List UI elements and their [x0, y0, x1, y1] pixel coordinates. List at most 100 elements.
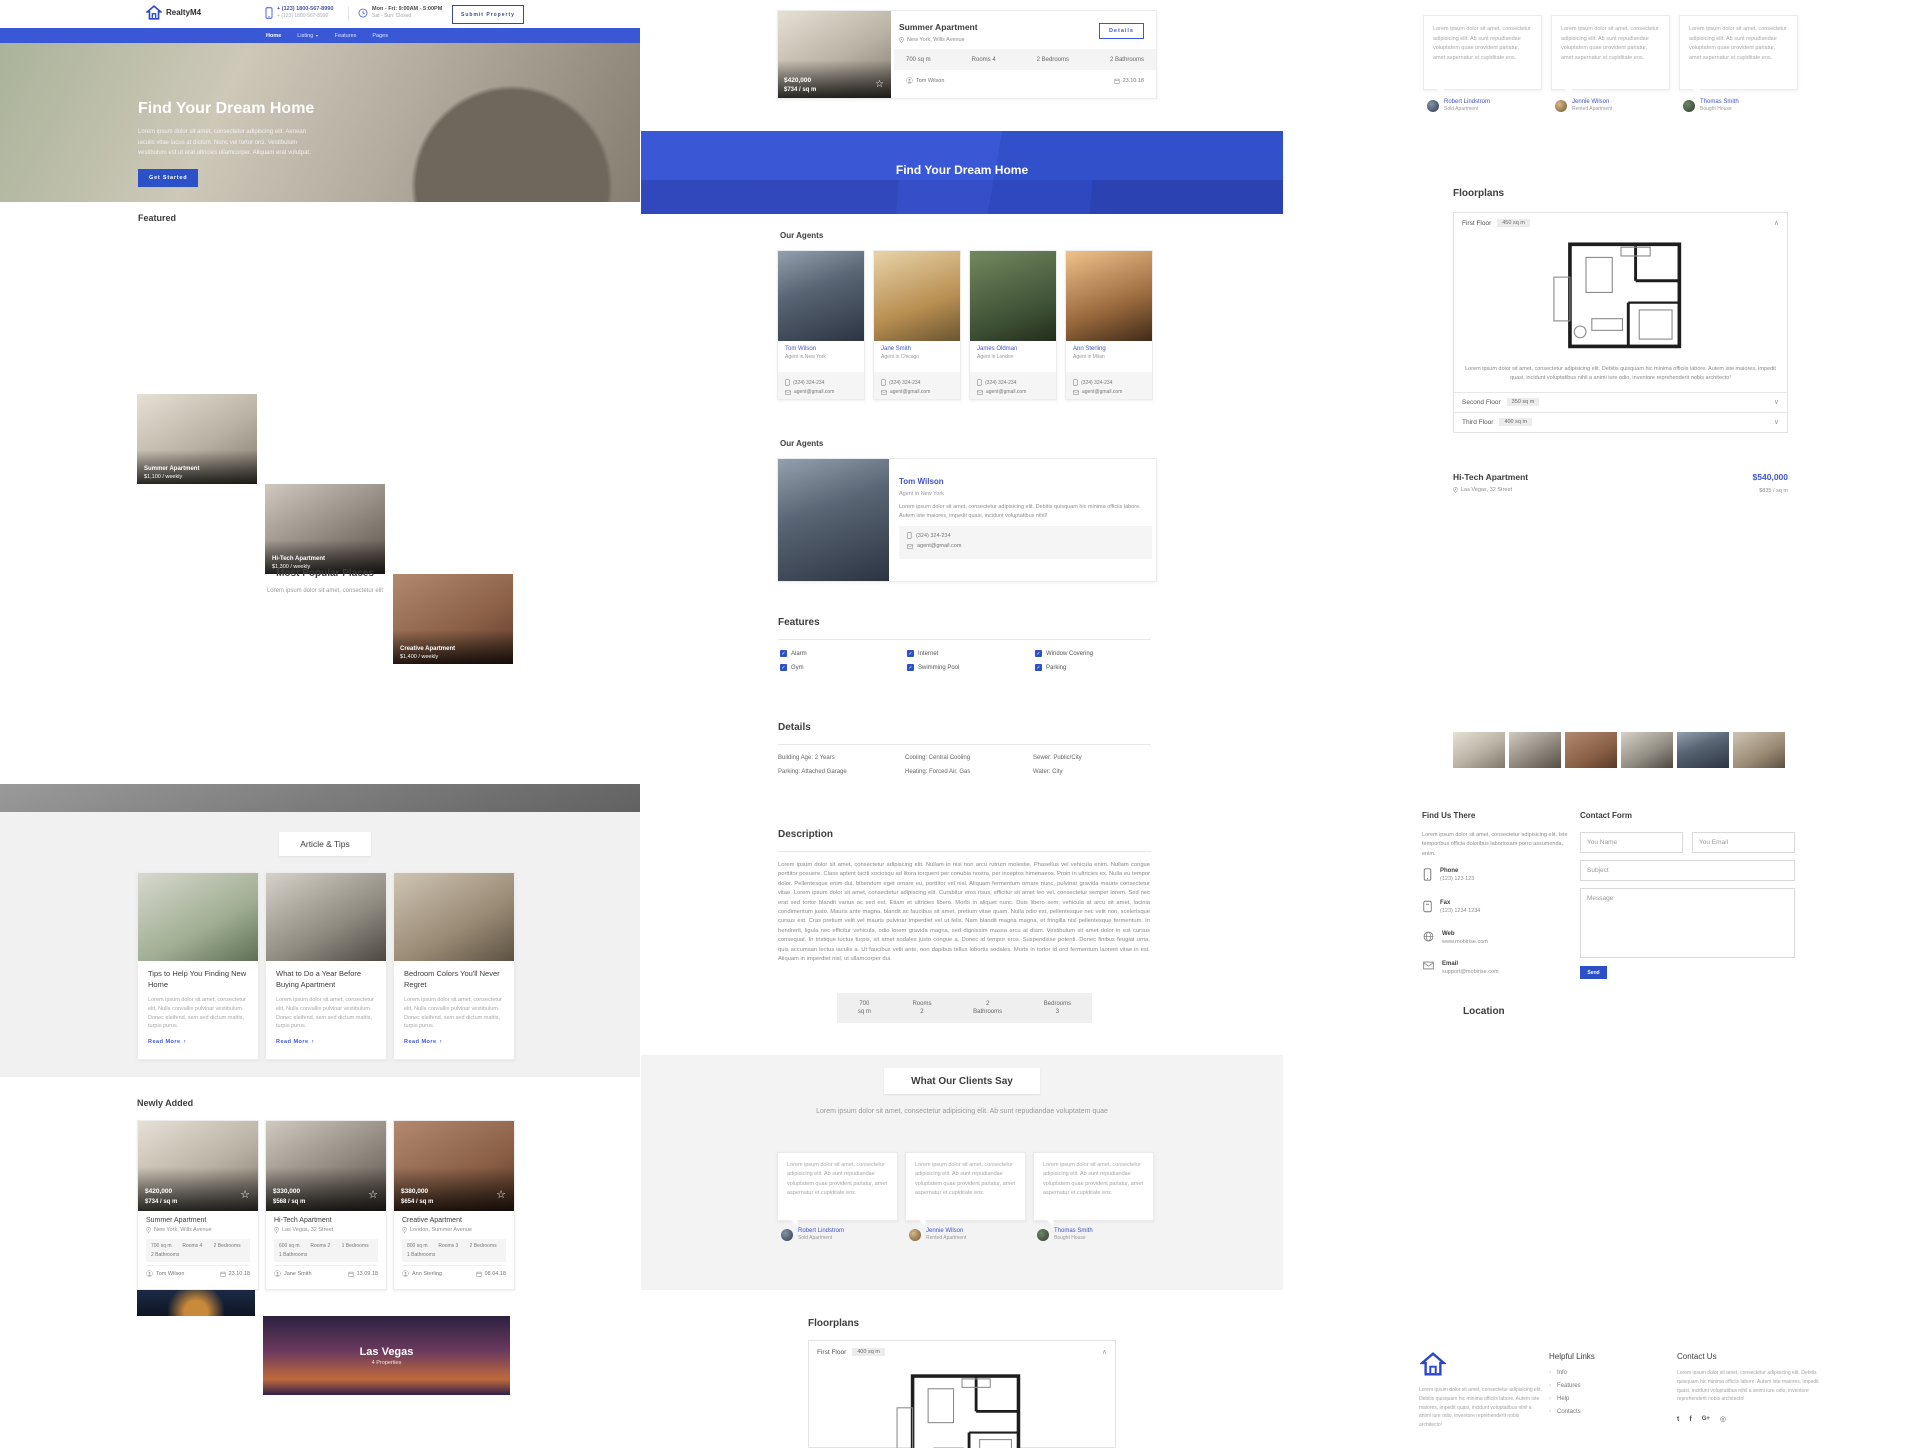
floorplan-row-second[interactable]: Second Floor350 sq m ∨ — [1454, 392, 1787, 412]
nav-item-features[interactable]: Features — [335, 33, 357, 39]
header-phone-secondary[interactable]: + (123) 1800-567-8990 — [277, 13, 333, 19]
agent-card[interactable]: Tom WilsonAgent in New York (324) 324-23… — [777, 250, 865, 400]
send-button[interactable]: Send — [1580, 966, 1607, 979]
favorite-star-icon[interactable]: ☆ — [875, 79, 884, 90]
agent-phone[interactable]: (324) 324-234 — [985, 380, 1016, 386]
agent-email[interactable]: agent@gmail.com — [986, 389, 1026, 395]
accordion-collapse-icon[interactable]: ∧ — [1102, 1348, 1107, 1356]
agent-email[interactable]: agent@gmail.com — [917, 543, 961, 549]
name-field[interactable] — [1580, 832, 1683, 853]
agent-card[interactable]: Ann SterlingAgent in Milan (324) 324-234… — [1065, 250, 1153, 400]
agent-name[interactable]: James Oldman — [977, 346, 1049, 352]
gallery-thumbnail[interactable] — [1509, 732, 1561, 768]
contact-value[interactable]: (123) 123 123 — [1440, 876, 1474, 882]
featured-card[interactable]: Hi-Tech Apartment $1,300 / weekly — [265, 484, 385, 574]
author-name[interactable]: Thomas Smith — [1700, 99, 1739, 105]
footer-link[interactable]: ›Info — [1549, 1370, 1567, 1376]
gallery-thumbnail[interactable] — [1677, 732, 1729, 768]
footer-link[interactable]: ›Contacts — [1549, 1409, 1581, 1415]
read-more-link[interactable]: Read More› — [404, 1039, 504, 1045]
checkbox-checked-icon[interactable]: ✓ — [780, 664, 787, 671]
checkbox-checked-icon[interactable]: ✓ — [907, 664, 914, 671]
listing-name[interactable]: Summer Apartment — [146, 1217, 250, 1224]
submit-property-button[interactable]: Submit Property — [452, 5, 524, 24]
favorite-star-icon[interactable]: ☆ — [496, 1188, 506, 1201]
agent-email[interactable]: agent@gmail.com — [794, 389, 834, 395]
feature-item[interactable]: ✓Window Covering — [1035, 650, 1093, 657]
footer-link[interactable]: ›Help — [1549, 1396, 1569, 1402]
contact-value[interactable]: support@mobirise.com — [1442, 969, 1499, 975]
listing-agent[interactable]: Ann Sterling — [412, 1271, 442, 1277]
listing-name[interactable]: Hi-Tech Apartment — [274, 1217, 378, 1224]
floorplan-row-first[interactable]: First Floor450 sq m ∧ — [1454, 213, 1787, 233]
agent-email[interactable]: agent@gmail.com — [890, 389, 930, 395]
agent-email[interactable]: agent@gmail.com — [1082, 389, 1122, 395]
favorite-star-icon[interactable]: ☆ — [240, 1188, 250, 1201]
accordion-expand-icon[interactable]: ∨ — [1774, 398, 1779, 406]
checkbox-checked-icon[interactable]: ✓ — [907, 650, 914, 657]
listing-card[interactable]: $330,000 $568 / sq m ☆ Hi-Tech Apartment… — [265, 1120, 387, 1290]
get-started-button[interactable]: Get Started — [138, 169, 198, 187]
agent-name[interactable]: Jane Smith — [881, 346, 953, 352]
author-name[interactable]: Robert Lindstrom — [798, 1228, 844, 1234]
agent-card[interactable]: Jane SmithAgent in Chicago (324) 324-234… — [873, 250, 961, 400]
footer-link[interactable]: ›Features — [1549, 1383, 1581, 1389]
listing-name[interactable]: Creative Apartment — [402, 1217, 506, 1224]
gallery-thumbnail[interactable] — [1621, 732, 1673, 768]
featured-card[interactable]: Summer Apartment $1,100 / weekly — [137, 394, 257, 484]
agent-phone[interactable]: (324) 324-234 — [1081, 380, 1112, 386]
author-name[interactable]: Thomas Smith — [1054, 1228, 1093, 1234]
checkbox-checked-icon[interactable]: ✓ — [1035, 650, 1042, 657]
twitter-icon[interactable]: t — [1677, 1416, 1679, 1423]
author-name[interactable]: Jennie Wilson — [1572, 99, 1612, 105]
details-button[interactable]: Details — [1099, 23, 1144, 39]
author-name[interactable]: Robert Lindstrom — [1444, 99, 1490, 105]
read-more-link[interactable]: Read More› — [148, 1039, 248, 1045]
agent-name[interactable]: Tom Wilson — [899, 477, 944, 486]
checkbox-checked-icon[interactable]: ✓ — [1035, 664, 1042, 671]
footer-logo-icon[interactable] — [1420, 1350, 1446, 1378]
article-card[interactable]: Bedroom Colors You'll Never Regret Lorem… — [393, 872, 515, 1060]
facebook-icon[interactable]: f — [1689, 1416, 1691, 1423]
listing-card[interactable]: $420,000 $734 / sq m ☆ Summer Apartment … — [137, 1120, 259, 1290]
author-name[interactable]: Jennie Wilson — [926, 1228, 966, 1234]
favorite-star-icon[interactable]: ☆ — [368, 1188, 378, 1201]
article-card[interactable]: What to Do a Year Before Buying Apartmen… — [265, 872, 387, 1060]
listing-agent[interactable]: Tom Wilson — [916, 78, 944, 84]
listing-card[interactable]: $380,000 $654 / sq m ☆ Creative Apartmen… — [393, 1120, 515, 1290]
feature-item[interactable]: ✓Swimming Pool — [907, 664, 959, 671]
feature-item[interactable]: ✓Gym — [780, 664, 804, 671]
googleplus-icon[interactable]: G+ — [1702, 1416, 1710, 1422]
read-more-link[interactable]: Read More› — [276, 1039, 376, 1045]
agent-name[interactable]: Tom Wilson — [785, 346, 857, 352]
floorplan-row-third[interactable]: Third Floor400 sq m ∨ — [1454, 412, 1787, 432]
gallery-thumbnail[interactable] — [1453, 732, 1505, 768]
place-card-las-vegas[interactable]: Las Vegas 4 Properties — [263, 1316, 510, 1395]
accordion-collapse-icon[interactable]: ∧ — [1774, 219, 1779, 227]
subject-field[interactable] — [1580, 860, 1795, 881]
nav-item-listing[interactable]: Listing▼ — [297, 33, 318, 39]
listing-agent[interactable]: Jane Smith — [284, 1271, 312, 1277]
article-card[interactable]: Tips to Help You Finding New Home Lorem … — [137, 872, 259, 1060]
instagram-icon[interactable]: ◎ — [1720, 1415, 1726, 1423]
checkbox-checked-icon[interactable]: ✓ — [780, 650, 787, 657]
message-field[interactable] — [1580, 888, 1795, 958]
nav-item-home[interactable]: Home — [266, 33, 281, 39]
feature-item[interactable]: ✓Parking — [1035, 664, 1066, 671]
listing-agent[interactable]: Tom Wilson — [156, 1271, 184, 1277]
floorplan-row-first[interactable]: First Floor400 sq m ∧ — [809, 1341, 1115, 1363]
agent-phone[interactable]: (324) 324-234 — [916, 533, 951, 539]
gallery-thumbnail[interactable] — [1733, 732, 1785, 768]
agent-card[interactable]: James OldmanAgent in London (324) 324-23… — [969, 250, 1057, 400]
nav-item-pages[interactable]: Pages — [372, 33, 388, 39]
agent-phone[interactable]: (324) 324-234 — [889, 380, 920, 386]
feature-item[interactable]: ✓Alarm — [780, 650, 807, 657]
feature-item[interactable]: ✓Internet — [907, 650, 938, 657]
logo[interactable]: RealtyM4 — [146, 4, 201, 21]
property-detail-card[interactable]: $420,000 $734 / sq m ☆ Summer Apartment … — [777, 10, 1157, 99]
gallery-thumbnail[interactable] — [1565, 732, 1617, 768]
email-field[interactable] — [1692, 832, 1795, 853]
agent-name[interactable]: Ann Sterling — [1073, 346, 1145, 352]
accordion-expand-icon[interactable]: ∨ — [1774, 418, 1779, 426]
contact-value[interactable]: www.mobirise.com — [1442, 939, 1488, 945]
